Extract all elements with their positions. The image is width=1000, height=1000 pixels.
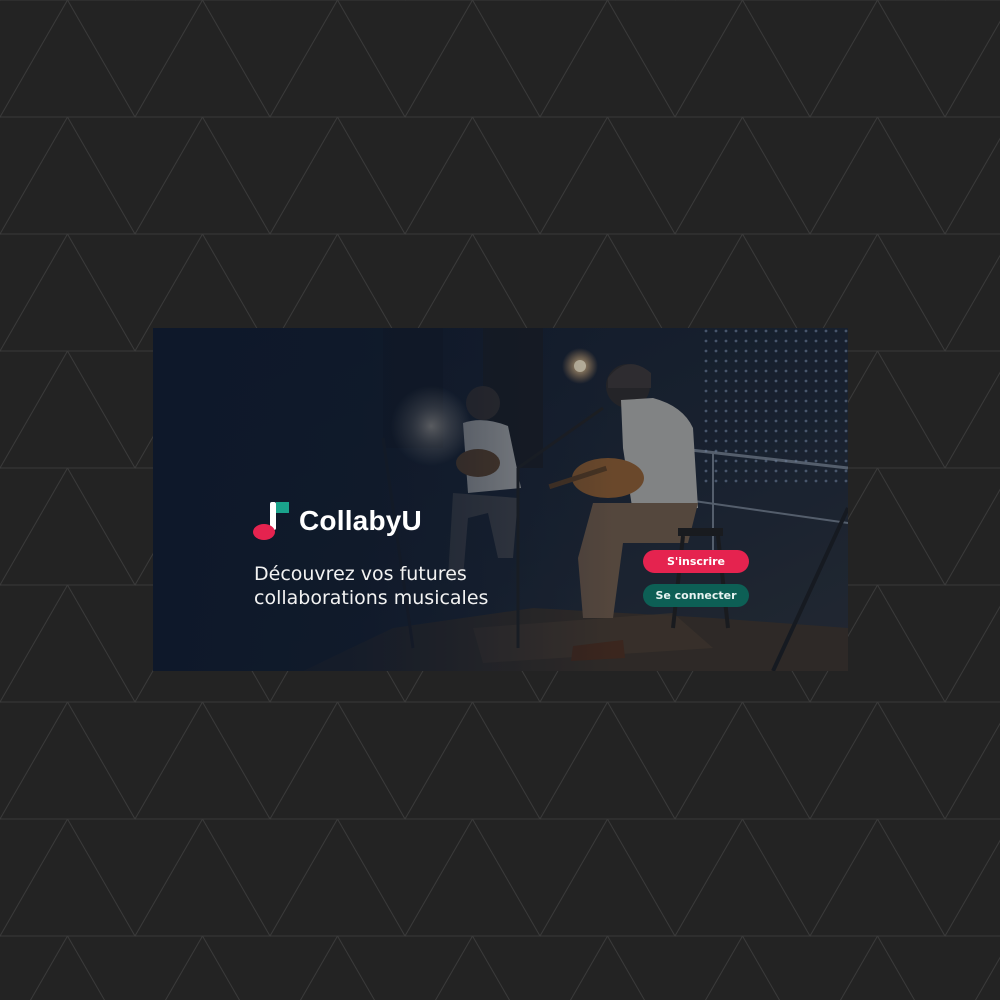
music-note-logo-icon <box>253 502 289 540</box>
brand-logo[interactable]: CollabyU <box>253 498 422 544</box>
signup-button[interactable]: S'inscrire <box>643 550 749 573</box>
hero-tagline: Découvrez vos futures collaborations mus… <box>254 562 554 610</box>
tagline-line-1: Découvrez vos futures <box>254 563 467 585</box>
login-button[interactable]: Se connecter <box>643 584 749 607</box>
brand-name: CollabyU <box>299 505 422 536</box>
tagline-line-2: collaborations musicales <box>254 587 489 609</box>
hero-banner: CollabyU Découvrez vos futures collabora… <box>153 328 848 671</box>
